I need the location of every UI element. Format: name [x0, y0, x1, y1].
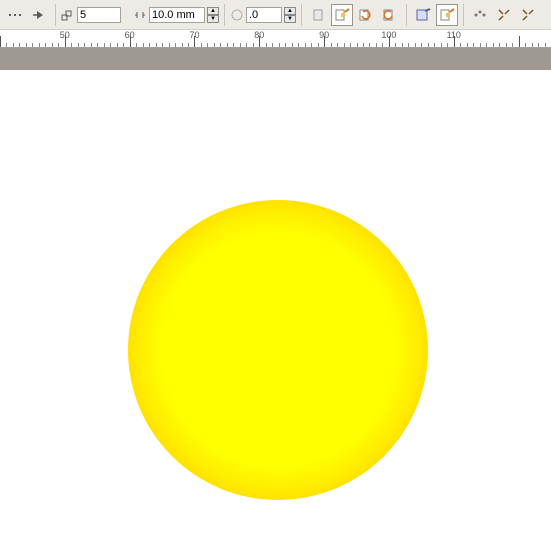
offset-spinner[interactable]: ▲ ▼	[207, 7, 219, 23]
ruler-label: 80	[254, 30, 264, 40]
separator	[301, 4, 302, 26]
obj-accel-icon	[414, 7, 432, 23]
arrow-right-icon	[31, 7, 47, 23]
separator	[463, 4, 464, 26]
arrow-right-button[interactable]	[28, 4, 50, 26]
diverge-icon	[520, 7, 536, 23]
ruler-label: 70	[189, 30, 199, 40]
misc-button-2[interactable]	[493, 4, 515, 26]
palette-color-icon	[333, 7, 351, 23]
direct-colors-button[interactable]	[331, 4, 353, 26]
separator	[55, 4, 56, 26]
ccw-colors-button[interactable]	[379, 4, 401, 26]
secondary-spinner[interactable]: ▲ ▼	[284, 7, 296, 23]
converge-icon	[496, 7, 512, 23]
separator	[224, 4, 225, 26]
steps-icon	[61, 8, 75, 22]
sheet-icon	[310, 7, 326, 23]
steps-input[interactable]	[77, 7, 121, 23]
property-toolbar: ▲ ▼ ▲ ▼	[0, 0, 551, 30]
ruler-label: 60	[125, 30, 135, 40]
accel-button-2[interactable]	[436, 4, 458, 26]
offset-icon	[133, 8, 147, 22]
spinner-down[interactable]: ▼	[284, 15, 296, 23]
cw-colors-button[interactable]	[355, 4, 377, 26]
secondary-input[interactable]	[246, 7, 282, 23]
page-canvas[interactable]	[0, 70, 551, 547]
spinner-up[interactable]: ▲	[207, 7, 219, 15]
spinner-up[interactable]: ▲	[284, 7, 296, 15]
ruler-label: 110	[447, 30, 461, 40]
color-accel-icon	[438, 7, 456, 23]
steps-group: ▲ ▼	[61, 7, 219, 23]
accel-button-1[interactable]	[412, 4, 434, 26]
spinner-down[interactable]: ▼	[207, 15, 219, 23]
gradient-circle-object[interactable]	[128, 200, 428, 500]
horizontal-ruler[interactable]: 50 60 70 80 90 100 110	[0, 30, 551, 48]
dash-pattern-button[interactable]	[4, 4, 26, 26]
ruler-label: 90	[319, 30, 329, 40]
separator	[406, 4, 407, 26]
dash-icon	[7, 7, 23, 23]
secondary-group: ▲ ▼	[230, 7, 296, 23]
opt-button-1[interactable]	[307, 4, 329, 26]
dots-icon	[472, 7, 488, 23]
rotation-icon	[230, 8, 244, 22]
ruler-label: 50	[60, 30, 70, 40]
palette-cw-icon	[357, 7, 375, 23]
palette-ccw-icon	[381, 7, 399, 23]
offset-input[interactable]	[149, 7, 205, 23]
ruler-label: 100	[381, 30, 396, 40]
misc-button-1[interactable]	[469, 4, 491, 26]
misc-button-3[interactable]	[517, 4, 539, 26]
